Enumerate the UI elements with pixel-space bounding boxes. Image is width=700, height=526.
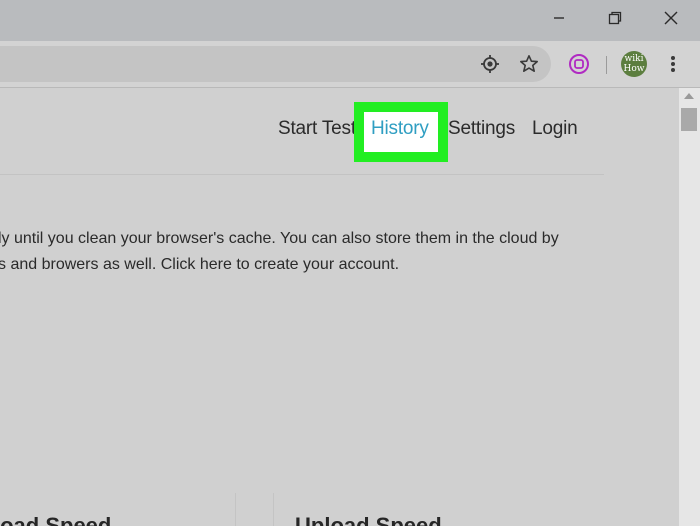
menu-icon xyxy=(671,56,675,72)
restore-icon xyxy=(608,11,622,25)
page-scrollbar[interactable] xyxy=(679,88,700,526)
nav-history[interactable]: History xyxy=(371,118,429,140)
content-line-1: ly until you clean your browser's cache.… xyxy=(0,230,559,247)
web-page: Start Test History Settings Login ly unt… xyxy=(0,88,679,526)
restore-button[interactable] xyxy=(587,0,643,36)
title-bar xyxy=(0,0,700,41)
extension-icon xyxy=(569,54,589,74)
location-icon xyxy=(481,55,499,73)
nav-settings[interactable]: Settings xyxy=(448,118,515,140)
avatar-line1: wiki xyxy=(624,54,644,64)
extension-button[interactable] xyxy=(565,50,593,78)
toolbar-separator xyxy=(606,56,607,74)
header-divider xyxy=(0,174,604,175)
bookmark-button[interactable] xyxy=(515,50,543,78)
content-line-2[interactable]: s and browers as well. Click here to cre… xyxy=(0,256,399,274)
close-button[interactable] xyxy=(643,0,699,36)
nav-login[interactable]: Login xyxy=(532,118,578,140)
column-divider-right xyxy=(273,493,274,526)
column-divider-left xyxy=(235,493,236,526)
menu-button[interactable] xyxy=(659,50,687,78)
profile-avatar[interactable]: wiki How xyxy=(621,51,647,77)
address-bar[interactable] xyxy=(0,46,551,82)
upload-speed-label: Upload Speed xyxy=(295,513,442,526)
location-button[interactable] xyxy=(476,50,504,78)
minimize-icon xyxy=(554,17,564,19)
minimize-button[interactable] xyxy=(531,0,587,36)
nav-start-test[interactable]: Start Test xyxy=(278,118,356,140)
browser-toolbar: wiki How xyxy=(0,41,700,88)
avatar-line2: How xyxy=(623,64,645,74)
scroll-up-arrow-icon[interactable] xyxy=(684,93,694,99)
close-icon xyxy=(664,11,678,25)
star-icon xyxy=(519,54,539,73)
download-speed-label: load Speed xyxy=(0,513,112,526)
scrollbar-thumb[interactable] xyxy=(681,108,697,131)
